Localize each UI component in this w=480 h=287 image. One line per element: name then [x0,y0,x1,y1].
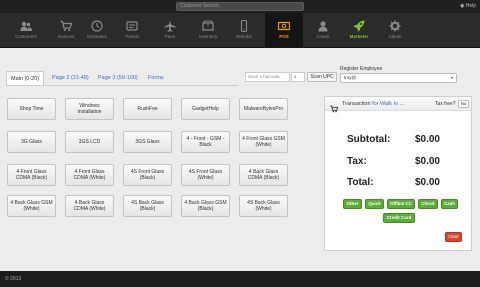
item-button[interactable]: Windows Installation [65,98,114,120]
top-bar: Customer Search ◉ Help [0,0,480,13]
item-button[interactable]: 4 Back Glass GSM (White) [7,195,56,217]
item-button[interactable]: 4 Front Glass GSM (White) [239,131,288,153]
nav-label: Admin [388,34,402,39]
tax-free-label: Tax free? [435,101,456,107]
total-value: $0.00 [414,177,440,188]
box-icon [202,20,214,32]
item-button[interactable]: 4S Front Glass (White) [181,164,230,186]
main-nav: Customers Invoices Estimates Tickets Par… [0,13,480,48]
item-button[interactable]: 4 Back Glass CDMA (Black) [239,164,288,186]
register-employee-label: Register Employee [340,66,383,72]
nav-inventory[interactable]: Inventory [188,13,228,48]
tab-page-2[interactable]: Page 2 (21-49) [52,71,89,85]
item-button[interactable]: 3G Glass [7,131,56,153]
item-button[interactable]: 3GS LCD [65,131,114,153]
subtotal-value: $0.00 [414,134,440,145]
nav-pos[interactable]: POS [265,13,303,48]
item-button[interactable]: 4S Back Glass (White) [239,195,288,217]
barcode-input[interactable]: Scan a barcode [245,72,290,82]
nav-parts[interactable]: Parts [150,13,190,48]
cart-icon [330,100,339,113]
transaction-title: Transaction for Walk In ... [342,97,404,111]
item-button[interactable]: Shop Time [7,98,56,120]
nav-label: Marketer [349,34,369,39]
item-button[interactable]: RushFee [123,98,172,120]
nav-admin[interactable]: Admin [375,13,415,48]
nav-label: Leads [316,34,330,39]
pay-offline-cc-button[interactable]: Offline CC [387,199,415,209]
nav-estimates[interactable]: Estimates [77,13,117,48]
gear-icon [389,20,401,32]
nav-label: Refurbs [236,34,252,39]
nav-label: Estimates [87,34,107,39]
register-employee-select[interactable]: troy@ ▾ [340,73,457,83]
tab-forms[interactable]: Forms [148,71,164,85]
nav-label: Inventory [198,34,218,39]
money-icon [277,20,291,32]
clock-icon [91,20,103,32]
nav-tickets[interactable]: Tickets [112,13,152,48]
tax-free-select[interactable]: No [458,100,469,108]
subtotal-label: Subtotal: [347,134,391,145]
total-label: Total: [347,177,374,188]
item-button[interactable]: 4S Back Glass (Black) [123,195,172,217]
clear-button[interactable]: Clear [445,232,462,242]
item-button[interactable]: 3GS Glass [123,131,172,153]
pay-check-button[interactable]: Check [418,199,438,209]
customer-link[interactable]: for Walk In ... [372,101,404,107]
tax-value: $0.00 [414,156,440,167]
copyright-text: © 2013 [5,276,22,282]
chevron-down-icon: ▾ [450,75,453,80]
customer-search-input[interactable]: Customer Search [176,2,304,11]
transaction-label: Transaction [342,101,371,107]
scan-upc-button[interactable]: Scan UPC [307,72,337,82]
nav-label: Parts [164,34,176,39]
item-button[interactable]: MalwareBytesPro [239,98,288,120]
item-button[interactable]: GadgetHelp [181,98,230,120]
ticket-icon [126,20,138,32]
user-icon [317,20,329,32]
cart-icon [60,20,73,32]
tab-divider [6,85,238,86]
footer: © 2013 [0,271,480,287]
plane-icon [164,20,176,32]
item-button[interactable]: 4 - Front - GSM - Black [181,131,230,153]
help-icon: ◉ [459,3,465,9]
nav-label: Customers [15,34,37,39]
item-button[interactable]: 4 Back Glass CDMA (White) [65,195,114,217]
transaction-header: Transaction for Walk In ... Tax free? No [325,97,471,113]
item-button[interactable]: 4 Front Glass CDMA (Black) [7,164,56,186]
tax-label: Tax: [347,156,367,167]
transaction-panel: Transaction for Walk In ... Tax free? No… [324,96,472,251]
nav-refurbs[interactable]: Refurbs [224,13,264,48]
nav-label: Invoices [57,34,75,39]
item-button[interactable]: 4S Front Glass (Black) [123,164,172,186]
phone-icon [238,19,250,33]
users-icon [20,20,32,32]
tab-page-3[interactable]: Page 3 (50-100) [98,71,138,85]
pay-quick-button[interactable]: Quick [365,199,384,209]
pay-other-button[interactable]: Other [343,199,362,209]
help-link[interactable]: ◉ Help [460,2,476,11]
nav-label: POS [279,34,289,39]
register-employee-value: troy@ [344,75,357,80]
rocket-icon [353,20,365,32]
item-button[interactable]: 4 Front Glass CDMA (White) [65,164,114,186]
tab-main[interactable]: Main (0-20) [6,71,45,85]
pay-credit-card-button[interactable]: Credit Card [383,213,415,223]
item-button[interactable]: 4 Back Glass GSM (Black) [181,195,230,217]
pay-cash-button[interactable]: Cash [441,199,458,209]
help-label: Help [465,3,476,9]
nav-label: Tickets [124,34,140,39]
nav-customers[interactable]: Customers [6,13,46,48]
quantity-input[interactable]: 1 [291,72,305,82]
